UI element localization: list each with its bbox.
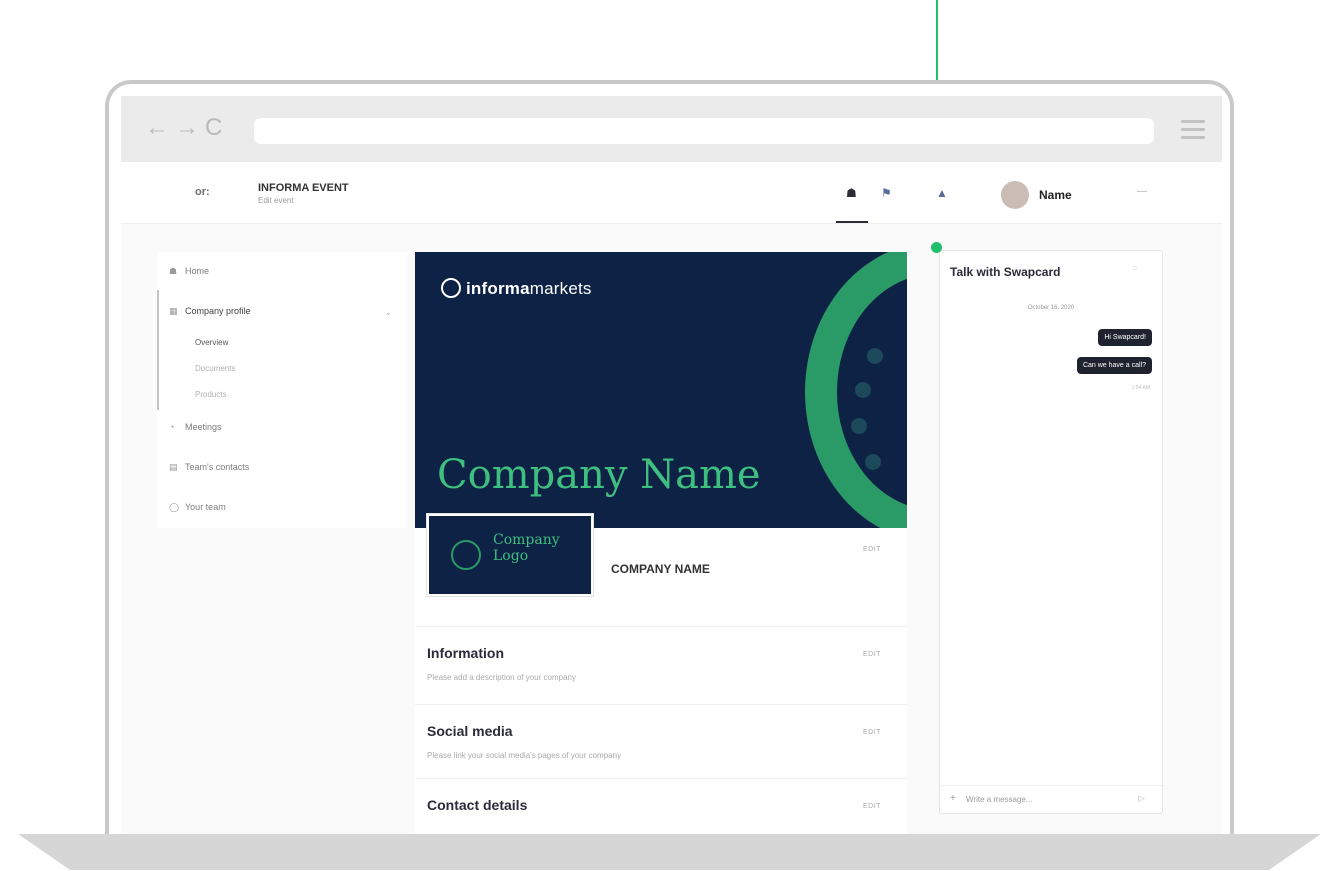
section-description: Please link your social media's pages of…	[427, 751, 622, 760]
laptop-frame: ← → C or: INFORMA EVENT Edit event ☗ ⚑ ▲…	[105, 80, 1234, 840]
avatar[interactable]	[1001, 181, 1029, 209]
user-name[interactable]: Name	[1039, 188, 1072, 202]
sidebar-item-home[interactable]: ☗ Home	[169, 266, 209, 277]
decorative-dot	[851, 418, 867, 434]
sidebar-sub-documents[interactable]: Documents	[195, 364, 235, 373]
section-description: Please add a description of your company	[427, 673, 576, 682]
contacts-icon: ▤	[169, 462, 178, 472]
event-logo: or:	[195, 186, 210, 198]
sidebar-item-contacts[interactable]: ▤ Team's contacts	[169, 462, 249, 473]
marketing-illustration: ← → C or: INFORMA EVENT Edit event ☗ ⚑ ▲…	[0, 0, 1327, 871]
edit-information-button[interactable]: EDIT	[863, 651, 881, 658]
section-title: Social media	[427, 723, 513, 739]
chevron-down-icon[interactable]: ⌄	[385, 308, 392, 317]
bell-icon[interactable]: ▲	[936, 186, 948, 200]
active-tab-indicator	[836, 221, 868, 223]
event-name[interactable]: INFORMA EVENT	[258, 182, 349, 194]
sidebar-sub-overview[interactable]: Overview	[195, 338, 228, 347]
chat-message: Hi Swapcard!	[1098, 329, 1152, 346]
company-profile-main: informamarkets Company Name EDIT COMPANY…	[415, 252, 907, 840]
sidebar-item-team[interactable]: ◯ Your team	[169, 502, 226, 513]
home-icon[interactable]: ☗	[846, 186, 857, 200]
message-timestamp: 1:04 AM	[1131, 385, 1150, 391]
arrow-back-icon[interactable]: ←	[145, 114, 169, 142]
contact-details-section: Contact details EDIT	[415, 778, 907, 840]
company-name: COMPANY NAME	[611, 562, 710, 576]
logo-circle-icon	[451, 540, 481, 570]
social-media-section: Social media EDIT Please link your socia…	[415, 704, 907, 778]
address-bar[interactable]	[254, 118, 1154, 144]
home-icon: ☗	[169, 266, 178, 276]
app-window: or: INFORMA EVENT Edit event ☗ ⚑ ▲ Name …	[121, 162, 1222, 840]
company-logo[interactable]: Company Logo	[426, 513, 594, 597]
send-icon[interactable]: ▷	[1138, 793, 1145, 804]
sidebar-item-company-profile[interactable]: ▦ Company profile	[169, 306, 251, 317]
edit-company-button[interactable]: EDIT	[863, 546, 881, 553]
team-icon: ◯	[169, 502, 180, 512]
decorative-dot	[855, 382, 871, 398]
plus-icon[interactable]: +	[950, 793, 956, 804]
edit-event-link[interactable]: Edit event	[258, 196, 294, 205]
section-title: Contact details	[427, 797, 528, 813]
sidebar-sub-products[interactable]: Products	[195, 390, 227, 399]
annotation-pointer-dot	[931, 242, 942, 253]
edit-social-media-button[interactable]: EDIT	[863, 729, 881, 736]
close-icon[interactable]: ○	[1132, 263, 1138, 274]
chat-icon[interactable]: ⚑	[881, 186, 892, 200]
chat-panel: Talk with Swapcard ○ October 16, 2020 Hi…	[939, 250, 1163, 814]
sidebar: ☗ Home ▦ Company profile ⌄ Overview Docume…	[157, 252, 407, 528]
building-icon: ▦	[169, 306, 178, 316]
company-banner: informamarkets Company Name	[415, 252, 907, 528]
app-header: or: INFORMA EVENT Edit event ☗ ⚑ ▲ Name …	[121, 162, 1222, 224]
banner-company-name: Company Name	[437, 452, 761, 498]
chat-date: October 16, 2020	[1027, 305, 1075, 311]
decorative-dot	[867, 348, 883, 364]
section-title: Information	[427, 645, 504, 661]
message-input[interactable]: Write a message...	[966, 795, 1033, 804]
browser-toolbar: ← → C	[121, 96, 1222, 162]
calendar-icon: ◔	[169, 422, 175, 432]
sidebar-active-rail	[157, 290, 159, 410]
chat-message: Can we have a call?	[1076, 357, 1152, 374]
chevron-down-icon[interactable]: —	[1137, 186, 1147, 197]
informa-markets-logo: informamarkets	[441, 278, 592, 299]
edit-contact-details-button[interactable]: EDIT	[863, 803, 881, 810]
arrow-forward-icon[interactable]: →	[175, 114, 199, 142]
reload-icon[interactable]: C	[205, 114, 222, 142]
chat-input-bar: + Write a message... ▷	[940, 785, 1162, 813]
brand-icon	[441, 278, 461, 298]
hamburger-menu-icon[interactable]	[1181, 120, 1205, 140]
decorative-dot	[865, 454, 881, 470]
information-section: Information EDIT Please add a descriptio…	[415, 626, 907, 704]
sidebar-item-meetings[interactable]: ◔ Meetings	[169, 422, 222, 432]
chat-title: Talk with Swapcard	[950, 265, 1061, 279]
laptop-base	[18, 834, 1321, 870]
